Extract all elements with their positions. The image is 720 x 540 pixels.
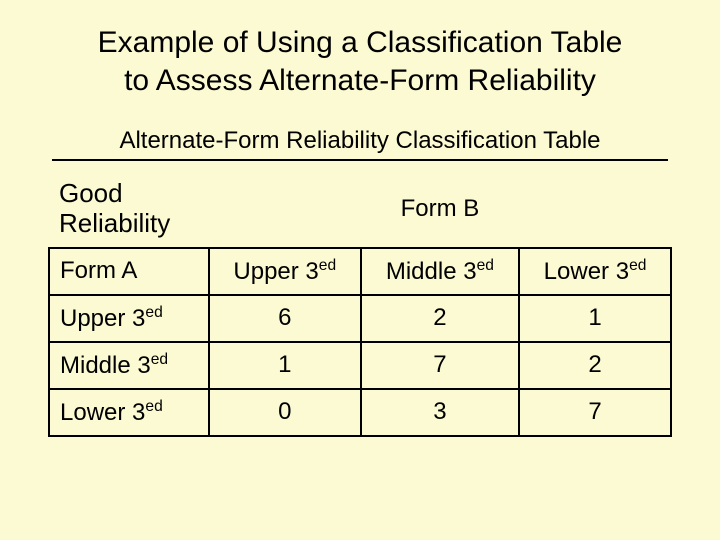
row-header-middle: Middle 3ed <box>49 342 209 389</box>
col-header-upper: Upper 3ed <box>209 248 361 295</box>
classification-table: Good Reliability Form B Form A Upper 3ed… <box>48 171 672 437</box>
subtitle-underline: Alternate-Form Reliability Classificatio… <box>52 127 668 161</box>
col-header-middle: Middle 3ed <box>361 248 519 295</box>
cell-r3c1: 0 <box>209 389 361 436</box>
row-header-upper: Upper 3ed <box>49 295 209 342</box>
col-header-lower: Lower 3ed <box>519 248 671 295</box>
cell-r3c2: 3 <box>361 389 519 436</box>
slide-title: Example of Using a Classification Table … <box>48 24 672 99</box>
cell-r1c1: 6 <box>209 295 361 342</box>
cell-r2c3: 2 <box>519 342 671 389</box>
form-a-label: Form A <box>49 248 209 295</box>
cell-r1c3: 1 <box>519 295 671 342</box>
form-b-label: Form B <box>209 171 671 248</box>
row-header-lower: Lower 3ed <box>49 389 209 436</box>
cell-r3c3: 7 <box>519 389 671 436</box>
cell-r2c2: 7 <box>361 342 519 389</box>
table-subtitle: Alternate-Form Reliability Classificatio… <box>52 127 668 155</box>
title-line-2: to Assess Alternate-Form Reliability <box>124 64 596 97</box>
cell-r2c1: 1 <box>209 342 361 389</box>
cell-r1c2: 2 <box>361 295 519 342</box>
good-reliability-label: Good Reliability <box>49 171 209 248</box>
title-line-1: Example of Using a Classification Table <box>98 26 623 59</box>
